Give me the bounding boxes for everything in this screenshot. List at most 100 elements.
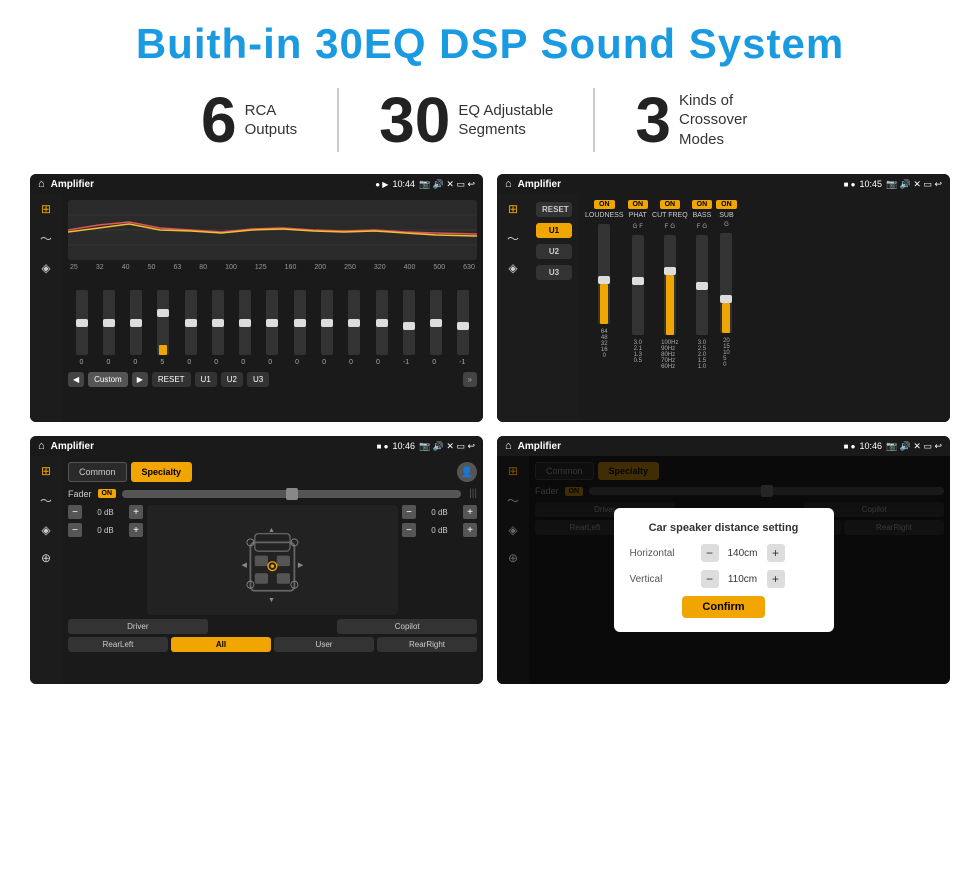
eq-u2-button[interactable]: U2: [221, 372, 243, 387]
slider-sub[interactable]: [720, 233, 732, 333]
eq-slider-9[interactable]: [321, 290, 333, 355]
vol-plus-fr[interactable]: +: [463, 505, 477, 519]
eq-slider-11[interactable]: [376, 290, 388, 355]
eq-custom-button[interactable]: Custom: [88, 372, 128, 387]
vol-plus-rl[interactable]: +: [129, 523, 143, 537]
home-icon-4[interactable]: ⌂: [505, 440, 512, 452]
confirm-button[interactable]: Confirm: [682, 596, 764, 618]
eq-slider-1[interactable]: [103, 290, 115, 355]
btn-all[interactable]: All: [171, 637, 271, 652]
dot-icons-1: ● ▶: [375, 180, 388, 189]
stat-number-rca: 6: [201, 88, 237, 152]
eq-slider-5[interactable]: [212, 290, 224, 355]
eq-slider-14[interactable]: [457, 290, 469, 355]
eq-wave-icon[interactable]: 〜: [40, 230, 52, 247]
btn-user[interactable]: User: [274, 637, 374, 652]
eq-controls: ◀ Custom ▶ RESET U1 U2 U3 »: [68, 372, 477, 387]
eq-slider-8[interactable]: [294, 290, 306, 355]
eq-main-panel: 253240506380100125160200250320400500630: [62, 194, 483, 422]
speaker-ctrl-icon[interactable]: ◈: [41, 523, 50, 537]
fader-toggle[interactable]: ON: [98, 489, 117, 498]
dialog-plus-vertical[interactable]: +: [767, 570, 785, 588]
label-phat: PHAT: [629, 212, 647, 219]
dialog-value-vertical: 110cm: [723, 574, 763, 585]
dialog-row-horizontal: Horizontal − 140cm +: [630, 544, 818, 562]
eq-slider-6[interactable]: [239, 290, 251, 355]
eq-next-button[interactable]: ▶: [132, 372, 148, 387]
toggle-loudness[interactable]: ON: [594, 200, 615, 209]
eq-slider-2[interactable]: [130, 290, 142, 355]
dot-icons-2: ■ ●: [844, 180, 856, 189]
reset-btn[interactable]: RESET: [536, 202, 572, 217]
slider-cutfreq[interactable]: [664, 235, 676, 335]
vol-minus-fr[interactable]: −: [402, 505, 416, 519]
screens-grid: ⌂ Amplifier ● ▶ 10:44 📷 🔊 ✕ ▭ ↩ ⊞ 〜 ◈: [30, 174, 950, 684]
speaker-bottom-row2: RearLeft All User RearRight: [68, 637, 477, 652]
vol-plus-fl[interactable]: +: [129, 505, 143, 519]
vol-minus-fl[interactable]: −: [68, 505, 82, 519]
eq-slider-0[interactable]: [76, 290, 88, 355]
preset-u1[interactable]: U1: [536, 223, 572, 238]
fader-slider[interactable]: [122, 490, 461, 498]
app-name-3: Amplifier: [51, 441, 377, 452]
btn-copilot[interactable]: Copilot: [337, 619, 477, 634]
dialog-plus-horizontal[interactable]: +: [767, 544, 785, 562]
screen-speaker: ⌂ Amplifier ■ ● 10:46 📷 🔊 ✕ ▭ ↩ ⊞ 〜 ◈ ⊕ …: [30, 436, 483, 684]
eq-filter-icon[interactable]: ⊞: [41, 202, 51, 216]
home-icon-1[interactable]: ⌂: [38, 178, 45, 190]
toggle-cutfreq[interactable]: ON: [660, 200, 681, 209]
vol-value-fl: 0 dB: [85, 508, 126, 517]
dialog-minus-vertical[interactable]: −: [701, 570, 719, 588]
slider-bass[interactable]: [696, 235, 708, 335]
vol-row-fl: − 0 dB +: [68, 505, 143, 519]
eq-u1-button[interactable]: U1: [195, 372, 217, 387]
vol-plus-rr[interactable]: +: [463, 523, 477, 537]
tab-specialty[interactable]: Specialty: [131, 462, 193, 482]
person-btn[interactable]: 👤: [457, 462, 477, 482]
preset-u3[interactable]: U3: [536, 265, 572, 280]
speaker-main-panel: Common Specialty 👤 Fader ON |||: [62, 456, 483, 684]
time-3: 10:46: [392, 441, 415, 451]
toggle-phat[interactable]: ON: [628, 200, 649, 209]
eq-more-button[interactable]: »: [463, 372, 477, 387]
tab-common[interactable]: Common: [68, 462, 127, 482]
vol-minus-rr[interactable]: −: [402, 523, 416, 537]
eq-slider-4[interactable]: [185, 290, 197, 355]
speaker-filter-icon[interactable]: ⊞: [41, 464, 51, 478]
toggle-bass[interactable]: ON: [692, 200, 713, 209]
home-icon-3[interactable]: ⌂: [38, 440, 45, 452]
eq-u3-button[interactable]: U3: [247, 372, 269, 387]
time-4: 10:46: [859, 441, 882, 451]
vol-minus-rl[interactable]: −: [68, 523, 82, 537]
btn-driver[interactable]: Driver: [68, 619, 208, 634]
screen4-background: ⊞ 〜 ◈ ⊕ Common Specialty Fader ON: [497, 456, 950, 684]
svg-text:◀: ◀: [242, 562, 248, 569]
toggle-sub[interactable]: ON: [716, 200, 737, 209]
eq-reset-button[interactable]: RESET: [152, 372, 191, 387]
speaker-expand-icon[interactable]: ⊕: [41, 551, 51, 565]
col-cutfreq: ON CUT FREQ FG 100Hz90Hz80Hz70Hz60Hz: [652, 200, 688, 416]
eq-slider-3[interactable]: [157, 290, 169, 355]
btn-rearleft[interactable]: RearLeft: [68, 637, 168, 652]
crossover-filter-icon[interactable]: ⊞: [508, 202, 518, 216]
preset-u2[interactable]: U2: [536, 244, 572, 259]
eq-slider-7[interactable]: [266, 290, 278, 355]
crossover-speaker-icon[interactable]: ◈: [508, 261, 517, 275]
eq-slider-10[interactable]: [348, 290, 360, 355]
eq-slider-12[interactable]: [403, 290, 415, 355]
svg-text:▲: ▲: [268, 527, 275, 534]
home-icon-2[interactable]: ⌂: [505, 178, 512, 190]
status-icons-3: 📷 🔊 ✕ ▭ ↩: [419, 441, 475, 452]
crossover-wave-icon[interactable]: 〜: [507, 230, 519, 247]
slider-loudness[interactable]: [598, 224, 610, 324]
eq-slider-13[interactable]: [430, 290, 442, 355]
crossover-presets: RESET U1 U2 U3: [529, 194, 579, 422]
eq-prev-button[interactable]: ◀: [68, 372, 84, 387]
eq-speaker-icon[interactable]: ◈: [41, 261, 50, 275]
btn-rearright[interactable]: RearRight: [377, 637, 477, 652]
label-sub: SUB: [719, 212, 733, 219]
slider-phat[interactable]: [632, 235, 644, 335]
speaker-wave-icon[interactable]: 〜: [40, 492, 52, 509]
dialog-minus-horizontal[interactable]: −: [701, 544, 719, 562]
dot-icons-4: ■ ●: [844, 442, 856, 451]
